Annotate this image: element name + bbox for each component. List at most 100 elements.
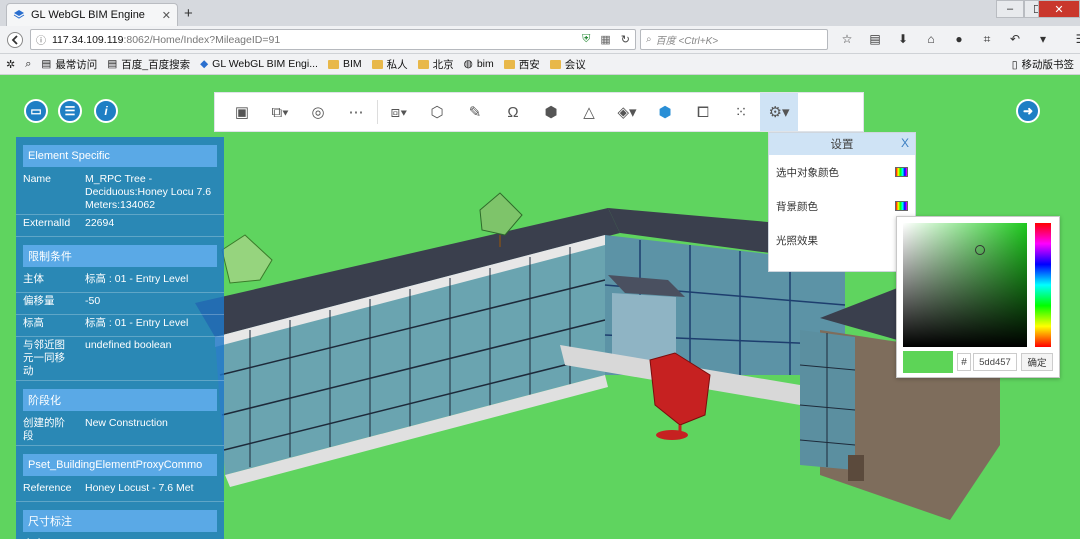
shield-icon[interactable]: ⛨: [582, 33, 590, 46]
close-window-icon[interactable]: ✕: [1038, 0, 1080, 18]
new-tab-icon[interactable]: +: [184, 5, 193, 22]
bookmark-item[interactable]: ◍ bim: [464, 58, 494, 70]
settings-panel: 设置 X 选中对象颜色 背景颜色 光照效果: [768, 132, 916, 272]
property-key: 主体: [23, 273, 44, 285]
info-icon[interactable]: ⓘ: [36, 32, 46, 47]
setting-label: 选中对象颜色: [776, 166, 839, 179]
settings-header: 设置 X: [769, 133, 915, 155]
home-icon[interactable]: ⌂: [922, 30, 940, 48]
reload-icon[interactable]: ↻: [621, 33, 630, 46]
chat-icon[interactable]: ●: [950, 30, 968, 48]
settings-gears-icon[interactable]: ⚙▾: [760, 93, 798, 131]
property-key: ExternalId: [23, 217, 71, 229]
setting-lighting[interactable]: 光照效果: [769, 223, 915, 257]
bookmark-folder[interactable]: 会议: [549, 57, 586, 72]
explode-icon[interactable]: ⬢: [532, 93, 570, 131]
info-icon[interactable]: i: [94, 99, 118, 123]
bookmarks-bar: ✲ ⌕ ▤ 最常访问 ▤ 百度_百度搜索 ◆ GL WebGL BIM Engi...…: [0, 54, 1080, 75]
bookmark-folder[interactable]: 私人: [371, 57, 408, 72]
orbit-icon[interactable]: ◎: [299, 93, 337, 131]
settings-title: 设置: [830, 139, 854, 151]
hue-slider[interactable]: [1035, 223, 1051, 347]
browser-tab[interactable]: GL WebGL BIM Engine ✕: [6, 3, 178, 26]
folder-open-icon[interactable]: ▭: [24, 99, 48, 123]
magnet-icon[interactable]: Ω: [494, 93, 532, 131]
menu-icon[interactable]: ☰: [1072, 30, 1080, 48]
property-row: ExternalId 22694: [16, 215, 224, 237]
color-swatch-icon[interactable]: [895, 167, 908, 177]
app-logo-icon: ◆: [200, 58, 209, 70]
mobile-bookmarks[interactable]: ▯ 移动版书签: [1012, 57, 1074, 72]
search-icon: ⌕: [646, 34, 652, 45]
download-icon[interactable]: ⬇: [894, 30, 912, 48]
viewer-toolbar: ▣ ⧉▾ ◎ ⋯ ⧈▾ ⬡ ✎ Ω ⬢ △ ◈▾ ⬢ ⧠ ⁙ ⚙▾: [214, 92, 864, 132]
color-picker-knob[interactable]: [975, 245, 985, 255]
property-row: 标高 标高 : 01 - Entry Level: [16, 315, 224, 337]
render-mode-icon[interactable]: ◈▾: [608, 93, 646, 131]
layers-icon[interactable]: ⧠: [684, 93, 722, 131]
property-row: 主体 标高 : 01 - Entry Level: [16, 271, 224, 293]
dropdown-icon[interactable]: ▾: [1034, 30, 1052, 48]
folder-icon: [371, 59, 383, 69]
wireframe-icon[interactable]: △: [570, 93, 608, 131]
bookmark-folder[interactable]: 西安: [503, 57, 540, 72]
box-icon[interactable]: ⬡: [418, 93, 456, 131]
bookmark-star-icon[interactable]: ☆: [838, 30, 856, 48]
search-small-icon[interactable]: ⌕: [25, 58, 31, 71]
screenshot-icon[interactable]: ▣: [223, 93, 261, 131]
bim-viewport[interactable]: ▭ ☰ i ➜ ▣ ⧉▾ ◎ ⋯ ⧈▾ ⬡ ✎ Ω ⬢ △ ◈▾ ⬢ ⧠ ⁙ ⚙…: [0, 75, 1080, 539]
section-header: 阶段化: [23, 389, 217, 411]
url-host: 117.34.109.119: [52, 33, 124, 46]
structure-tree-icon[interactable]: ☰: [58, 99, 82, 123]
setting-background-color[interactable]: 背景颜色: [769, 189, 915, 223]
tab-title: GL WebGL BIM Engine: [31, 9, 145, 21]
minimize-icon[interactable]: –: [996, 0, 1024, 18]
section-header: 尺寸标注: [23, 510, 217, 532]
search-input[interactable]: ⌕ 百度 <Ctrl+K>: [640, 29, 828, 50]
close-settings-button[interactable]: X: [901, 136, 909, 150]
bookmark-folder[interactable]: BIM: [327, 58, 362, 70]
saturation-value-area[interactable]: [903, 223, 1027, 347]
color-swatch-icon[interactable]: [895, 201, 908, 211]
model-cube-icon[interactable]: ⬢: [646, 93, 684, 131]
url-bar[interactable]: ⓘ 117.34.109.119 :8062/Home/Index?Mileag…: [30, 29, 636, 50]
property-value: undefined boolean: [85, 339, 172, 351]
confirm-button[interactable]: 确定: [1021, 353, 1053, 371]
property-value: Honey Locust - 7.6 Met: [85, 482, 194, 494]
toolbar-divider: [377, 100, 378, 124]
bookmark-item[interactable]: ◆ GL WebGL BIM Engi...: [200, 58, 318, 70]
grid-tools-icon[interactable]: ⁙: [722, 93, 760, 131]
globe-icon: ◍: [463, 58, 473, 70]
view-cube-icon[interactable]: ⧉▾: [261, 93, 299, 131]
browser-nav-bar: ⓘ 117.34.109.119 :8062/Home/Index?Mileag…: [0, 26, 1080, 54]
tree-model[interactable]: [221, 234, 273, 284]
pen-icon[interactable]: ✎: [456, 93, 494, 131]
browser-tab-bar: GL WebGL BIM Engine ✕ + – ☐ ✕: [0, 0, 1080, 26]
color-picker: # 5dd457 确定: [896, 216, 1060, 378]
property-value: New Construction: [85, 417, 168, 429]
hex-input[interactable]: 5dd457: [973, 353, 1017, 371]
settings-gear-icon[interactable]: ✲: [6, 58, 15, 71]
crop-icon[interactable]: ⌗: [978, 30, 996, 48]
setting-selected-color[interactable]: 选中对象颜色: [769, 155, 915, 189]
undo-icon[interactable]: ↶: [1006, 30, 1024, 48]
bookmark-folder[interactable]: 北京: [417, 57, 454, 72]
property-key: Name: [23, 173, 52, 185]
property-row: Reference Honey Locust - 7.6 Met: [16, 480, 224, 502]
bookmark-item[interactable]: ▤ 百度_百度搜索: [107, 57, 190, 72]
measure-icon[interactable]: ⋯: [337, 93, 375, 131]
properties-panel[interactable]: Element Specific Name M_RPC Tree - Decid…: [16, 137, 224, 539]
property-key: 标高: [23, 317, 44, 329]
close-tab-icon[interactable]: ✕: [162, 9, 171, 22]
bookmark-item[interactable]: ▤ 最常访问: [41, 57, 97, 72]
property-value: 22694: [85, 217, 115, 229]
qr-code-icon[interactable]: ▦: [600, 33, 610, 46]
section-icon[interactable]: ⧈▾: [380, 93, 418, 131]
reading-list-icon[interactable]: ▤: [866, 30, 884, 48]
property-key: 创建的阶段: [23, 417, 65, 442]
back-icon[interactable]: [6, 31, 24, 49]
property-row: 创建的阶段 New Construction: [16, 415, 224, 446]
exit-icon[interactable]: ➜: [1016, 99, 1040, 123]
section-header: 限制条件: [23, 245, 217, 267]
app-logo-icon: [13, 10, 25, 19]
